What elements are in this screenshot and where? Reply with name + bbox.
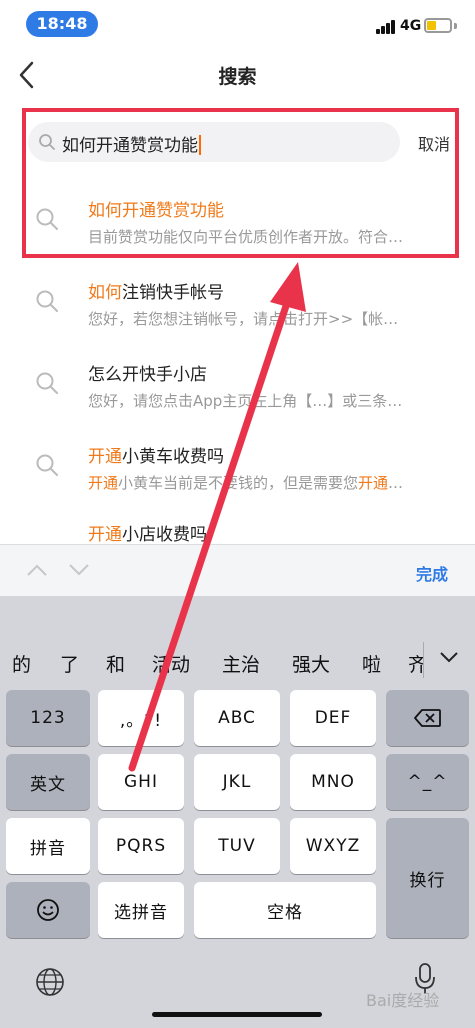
chevron-down-icon[interactable] [424, 638, 475, 678]
key-123[interactable]: 123 [6, 690, 90, 746]
candidate-word[interactable]: 齐 [408, 650, 423, 677]
key-emoticon[interactable]: ^_^ [386, 754, 469, 810]
done-button[interactable]: 完成 [416, 561, 448, 585]
key-wxyz[interactable]: WXYZ [290, 818, 376, 874]
suggestion-desc: 您好，请您点击App主页左上角【…】或三条… [88, 392, 403, 410]
battery-icon [424, 18, 452, 33]
globe-icon[interactable] [34, 966, 66, 998]
candidate-word[interactable]: 啦 [362, 650, 381, 677]
key-abc[interactable]: ABC [194, 690, 280, 746]
candidate-word[interactable]: 和 [106, 650, 125, 677]
chevron-up-icon[interactable] [26, 561, 48, 579]
battery-level [427, 21, 436, 30]
suggestion-title: 开通小店收费吗 [88, 525, 207, 544]
key-english[interactable]: 英文 [6, 754, 90, 810]
key-def[interactable]: DEF [290, 690, 376, 746]
search-icon [36, 454, 58, 476]
nav-bar: 搜索 [0, 50, 475, 102]
search-icon [36, 372, 58, 394]
suggestion-desc: 您好，若您想注销帐号，请点击打开>>【帐… [88, 310, 399, 328]
key-jkl[interactable]: JKL [194, 754, 280, 810]
candidate-word[interactable]: 了 [60, 650, 79, 677]
candidate-word[interactable]: 强大 [292, 650, 330, 677]
search-icon [36, 290, 58, 312]
key-pinyin[interactable]: 拼音 [6, 818, 90, 874]
suggestion-item[interactable]: 开通小店收费吗 [0, 512, 475, 544]
keyboard: 的 了 和 活动 主治 强大 啦 齐 [0, 596, 475, 1028]
key-punctuation[interactable]: ,。?! [98, 690, 184, 746]
watermark: Bai度经验 [366, 991, 440, 1010]
delete-key[interactable] [386, 690, 469, 746]
status-time: 18:48 [26, 11, 98, 37]
emoji-icon [37, 899, 59, 921]
delete-icon [413, 709, 441, 727]
candidate-bar: 的 了 和 活动 主治 强大 啦 齐 [0, 638, 475, 686]
page-title: 搜索 [218, 66, 257, 88]
status-bar: 18:48 4G [0, 0, 475, 46]
suggestion-item[interactable]: 开通小黄车收费吗 开通小黄车当前是不要钱的，但是需要您开通… [0, 434, 475, 514]
suggestion-title: 怎么开快手小店 [88, 365, 207, 385]
suggestion-item[interactable]: 如何注销快手帐号 您好，若您想注销帐号，请点击打开>>【帐… [0, 270, 475, 350]
chevron-down-icon[interactable] [68, 561, 90, 579]
annotation-highlight-box [22, 108, 459, 258]
suggestion-desc: 开通小黄车当前是不要钱的，但是需要您开通… [88, 474, 404, 492]
candidate-word[interactable]: 的 [12, 650, 31, 677]
key-ghi[interactable]: GHI [98, 754, 184, 810]
suggestion-item[interactable]: 怎么开快手小店 您好，请您点击App主页左上角【…】或三条… [0, 352, 475, 432]
key-select-pinyin[interactable]: 选拼音 [98, 882, 184, 938]
key-newline[interactable]: 换行 [386, 818, 469, 938]
candidate-word[interactable]: 活动 [152, 650, 190, 677]
signal-icon [376, 20, 396, 34]
suggestion-title: 开通小黄车收费吗 [88, 447, 224, 467]
key-tuv[interactable]: TUV [194, 818, 280, 874]
battery-tip [454, 23, 457, 29]
home-indicator [152, 1012, 322, 1017]
keyboard-accessory-bar: 完成 [0, 544, 475, 596]
key-emoji[interactable] [6, 882, 90, 938]
network-type: 4G [400, 18, 422, 34]
key-space[interactable]: 空格 [194, 882, 376, 938]
key-mno[interactable]: MNO [290, 754, 376, 810]
key-pqrs[interactable]: PQRS [98, 818, 184, 874]
suggestion-title: 如何注销快手帐号 [88, 283, 224, 303]
candidate-word[interactable]: 主治 [222, 650, 260, 677]
